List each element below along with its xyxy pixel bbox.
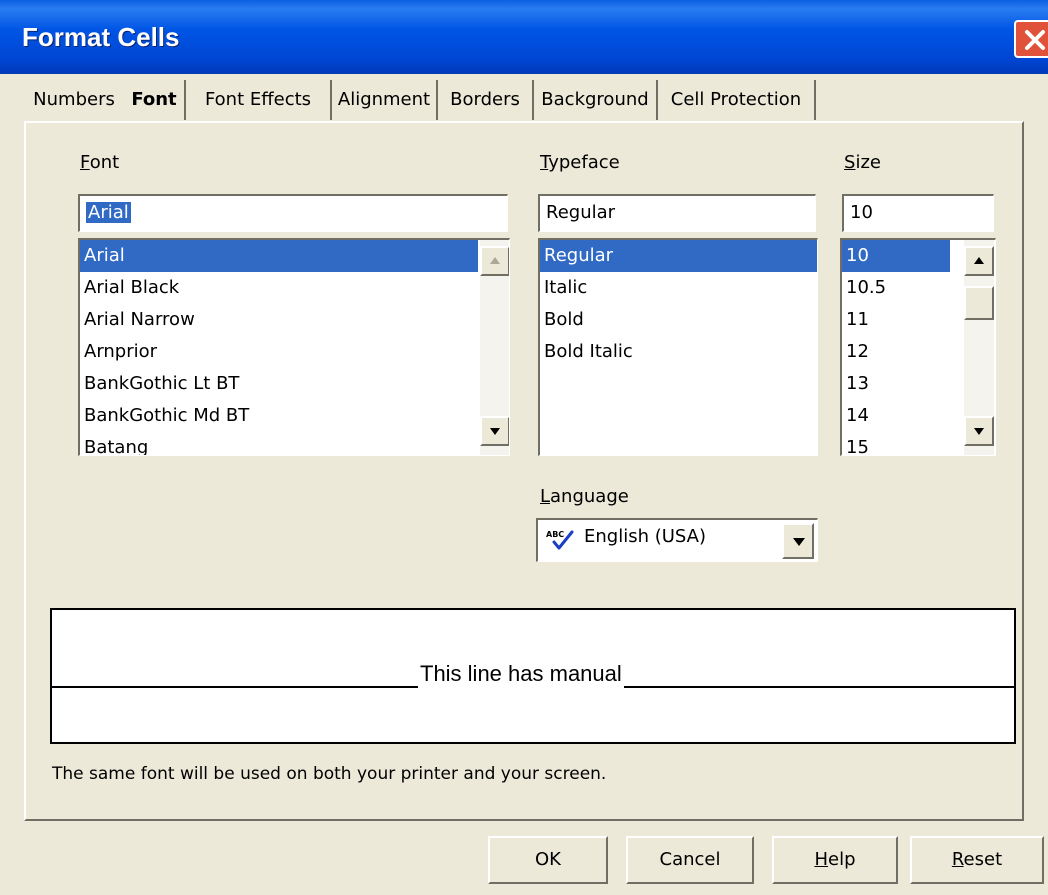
size-list-item[interactable]: 11 <box>842 304 950 336</box>
reset-button[interactable]: Reset <box>910 836 1044 884</box>
typeface-input[interactable]: Regular <box>538 194 816 232</box>
tab-numbers[interactable]: Numbers <box>24 80 124 120</box>
size-list-item[interactable]: 15 <box>842 432 950 455</box>
typeface-list[interactable]: Regular Italic Bold Bold Italic <box>538 238 818 456</box>
language-label: Language <box>540 486 629 507</box>
font-list-item[interactable]: Arial <box>80 240 478 272</box>
arrow-up-icon <box>490 257 500 264</box>
close-icon <box>1025 30 1045 50</box>
typeface-list-item[interactable]: Bold <box>540 304 817 336</box>
font-list-scrollbar[interactable] <box>480 240 509 455</box>
font-list-item[interactable]: BankGothic Lt BT <box>80 368 478 400</box>
preview-text: This line has manual <box>418 660 624 694</box>
tab-alignment[interactable]: Alignment <box>332 80 438 120</box>
font-list-item[interactable]: Batang <box>80 432 478 455</box>
scroll-thumb[interactable] <box>964 286 994 320</box>
typeface-list-item[interactable]: Italic <box>540 272 817 304</box>
size-input[interactable]: 10 <box>842 194 994 232</box>
language-dropdown-button[interactable] <box>782 523 814 559</box>
size-list[interactable]: 10 10.5 11 12 13 14 15 <box>840 238 996 456</box>
font-list-item[interactable]: BankGothic Md BT <box>80 400 478 432</box>
font-preview: This line has manual <box>50 608 1016 744</box>
scroll-up-button[interactable] <box>964 246 994 276</box>
font-list[interactable]: Arial Arial Black Arial Narrow Arnprior … <box>78 238 510 456</box>
scroll-down-button[interactable] <box>480 416 509 446</box>
tab-font-effects[interactable]: Font Effects <box>186 80 332 120</box>
arrow-down-icon <box>974 428 984 435</box>
tab-cell-protection[interactable]: Cell Protection <box>658 80 816 120</box>
tab-borders[interactable]: Borders <box>438 80 534 120</box>
close-button[interactable] <box>1014 20 1048 58</box>
spellcheck-icon: ABC <box>546 530 574 550</box>
tab-font[interactable]: Font <box>124 80 186 120</box>
chevron-down-icon <box>793 538 805 546</box>
font-input[interactable]: Arial <box>78 194 508 232</box>
language-select[interactable]: ABC English (USA) <box>536 518 818 562</box>
size-label: Size <box>844 152 881 173</box>
title-bar: Format Cells <box>0 0 1048 74</box>
help-button[interactable]: Help <box>772 836 898 884</box>
font-list-item[interactable]: Arial Black <box>80 272 478 304</box>
font-label: Font <box>80 152 120 173</box>
typeface-list-item[interactable]: Regular <box>540 240 817 272</box>
font-list-item[interactable]: Arial Narrow <box>80 304 478 336</box>
format-cells-dialog: Format Cells Numbers Font Font Effects A… <box>0 0 1048 895</box>
ok-button[interactable]: OK <box>488 836 608 884</box>
cancel-button[interactable]: Cancel <box>626 836 754 884</box>
font-list-item[interactable]: Arnprior <box>80 336 478 368</box>
size-list-item[interactable]: 14 <box>842 400 950 432</box>
svg-text:ABC: ABC <box>546 530 564 539</box>
scroll-up-button[interactable] <box>480 246 509 276</box>
arrow-up-icon <box>974 257 984 264</box>
size-list-scrollbar[interactable] <box>964 240 994 455</box>
arrow-down-icon <box>490 428 500 435</box>
scroll-down-button[interactable] <box>964 416 994 446</box>
font-info-text: The same font will be used on both your … <box>52 764 607 784</box>
size-list-item[interactable]: 12 <box>842 336 950 368</box>
language-value: English (USA) <box>584 526 707 547</box>
font-input-value: Arial <box>86 202 131 223</box>
tab-background[interactable]: Background <box>534 80 658 120</box>
typeface-label: Typeface <box>540 152 620 173</box>
size-list-item[interactable]: 10 <box>842 240 950 272</box>
size-list-item[interactable]: 10.5 <box>842 272 950 304</box>
typeface-list-item[interactable]: Bold Italic <box>540 336 817 368</box>
size-list-item[interactable]: 13 <box>842 368 950 400</box>
window-title: Format Cells <box>22 22 180 52</box>
